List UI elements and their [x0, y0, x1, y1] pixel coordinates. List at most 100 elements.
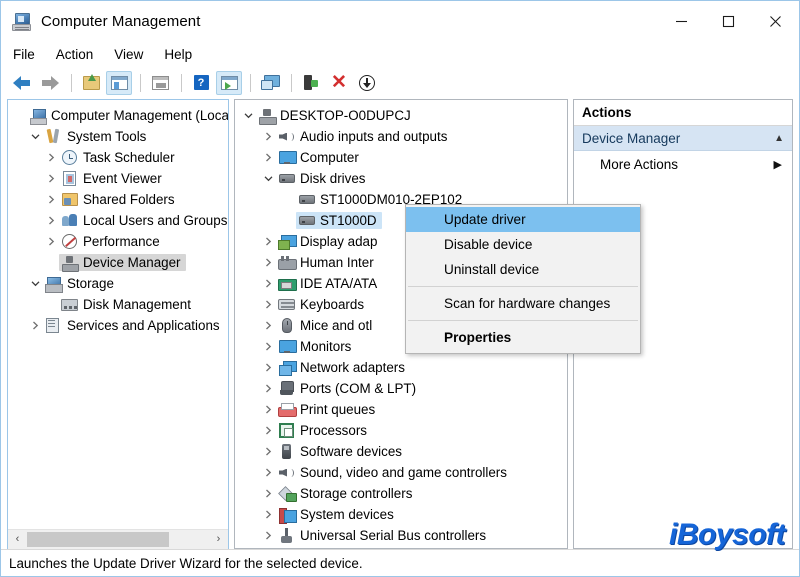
tree-item[interactable]: Shared Folders	[8, 189, 228, 210]
chevron-right-icon[interactable]	[261, 279, 276, 288]
tree-item-content[interactable]: Network adapters	[276, 359, 410, 376]
chevron-right-icon[interactable]	[261, 237, 276, 246]
tree-item[interactable]: Network adapters	[235, 357, 567, 378]
tree-item-content[interactable]: Storage	[43, 275, 119, 292]
update-driver-icon[interactable]	[298, 71, 324, 95]
chevron-down-icon[interactable]	[28, 279, 43, 288]
scroll-thumb[interactable]	[27, 532, 169, 547]
tree-item-content[interactable]: Sound, video and game controllers	[276, 464, 512, 481]
tree-item-content[interactable]: Monitors	[276, 338, 356, 355]
tree-item-content[interactable]: ST1000D	[296, 212, 382, 229]
chevron-right-icon[interactable]	[261, 153, 276, 162]
tree-item[interactable]: System Tools	[8, 126, 228, 147]
chevron-right-icon[interactable]	[44, 237, 59, 246]
uninstall-device-icon[interactable]: ✕	[326, 71, 352, 95]
export-list-icon[interactable]	[147, 71, 173, 95]
forward-arrow-icon[interactable]	[37, 71, 63, 95]
menu-action[interactable]: Action	[56, 45, 105, 64]
chevron-right-icon[interactable]	[261, 321, 276, 330]
chevron-right-icon[interactable]	[261, 342, 276, 351]
tree-item-content[interactable]: Ports (COM & LPT)	[276, 380, 421, 397]
tree-item-content[interactable]: Audio inputs and outputs	[276, 128, 452, 145]
tree-item[interactable]: Services and Applications	[8, 315, 228, 336]
tree-item-content[interactable]: Processors	[276, 422, 372, 439]
tree-item-content[interactable]: Device Manager	[59, 254, 186, 271]
tree-item-content[interactable]: Event Viewer	[59, 170, 167, 187]
tree-item[interactable]: Event Viewer	[8, 168, 228, 189]
tree-item-content[interactable]: Display adap	[276, 233, 382, 250]
chevron-right-icon[interactable]	[44, 153, 59, 162]
tree-item-content[interactable]: Task Scheduler	[59, 149, 180, 166]
tree-item[interactable]: Storage controllers	[235, 483, 567, 504]
tree-item-content[interactable]: Disk Management	[59, 296, 196, 313]
context-menu-item[interactable]: Disable device	[406, 232, 640, 257]
tree-item[interactable]: Print queues	[235, 399, 567, 420]
console-tree-hscrollbar[interactable]: ‹ ›	[8, 529, 228, 548]
console-tree[interactable]: Computer Management (Local System Tools Ta…	[8, 100, 228, 529]
tree-item[interactable]: Device Manager	[8, 252, 228, 273]
scroll-right-button[interactable]: ›	[209, 530, 228, 549]
scroll-track[interactable]	[27, 530, 209, 549]
minimize-button[interactable]	[658, 1, 705, 42]
show-hide-action-pane-icon[interactable]	[216, 71, 242, 95]
tree-item-content[interactable]: Print queues	[276, 401, 380, 418]
chevron-right-icon[interactable]	[44, 174, 59, 183]
tree-item-content[interactable]: Software devices	[276, 443, 407, 460]
chevron-right-icon[interactable]	[261, 132, 276, 141]
tree-item[interactable]: Local Users and Groups	[8, 210, 228, 231]
tree-item-content[interactable]: Computer Management (Local	[27, 107, 228, 124]
show-hide-console-tree-icon[interactable]	[106, 71, 132, 95]
device-context-menu[interactable]: Update driverDisable deviceUninstall dev…	[405, 204, 641, 354]
chevron-down-icon[interactable]	[28, 132, 43, 141]
tree-item-content[interactable]: Disk drives	[276, 170, 370, 187]
scroll-left-button[interactable]: ‹	[8, 530, 27, 549]
tree-item[interactable]: Processors	[235, 420, 567, 441]
tree-item[interactable]: System devices	[235, 504, 567, 525]
close-button[interactable]	[752, 1, 799, 42]
tree-item[interactable]: Software devices	[235, 441, 567, 462]
chevron-right-icon[interactable]	[261, 363, 276, 372]
tree-item[interactable]: Computer Management (Local	[8, 105, 228, 126]
tree-item-content[interactable]: Keyboards	[276, 296, 369, 313]
menu-view[interactable]: View	[114, 45, 154, 64]
tree-item-content[interactable]: Performance	[59, 233, 165, 250]
tree-item-content[interactable]: DESKTOP-O0DUPCJ	[256, 107, 416, 124]
actions-item-more-actions[interactable]: More Actions ▶	[574, 151, 792, 177]
tree-item[interactable]: Audio inputs and outputs	[235, 126, 567, 147]
tree-item-content[interactable]: Services and Applications	[43, 317, 225, 334]
tree-item-content[interactable]: Computer	[276, 149, 364, 166]
properties-icon[interactable]	[257, 71, 283, 95]
chevron-right-icon[interactable]	[261, 258, 276, 267]
chevron-right-icon[interactable]	[44, 195, 59, 204]
tree-item-content[interactable]: Human Inter	[276, 254, 379, 271]
tree-item[interactable]: Task Scheduler	[8, 147, 228, 168]
chevron-right-icon[interactable]	[261, 468, 276, 477]
tree-item-content[interactable]: Universal Serial Bus controllers	[276, 527, 491, 544]
tree-item[interactable]: DESKTOP-O0DUPCJ	[235, 105, 567, 126]
tree-item-content[interactable]: System devices	[276, 506, 399, 523]
tree-item-content[interactable]: System Tools	[43, 128, 151, 145]
chevron-right-icon[interactable]	[28, 321, 43, 330]
tree-item[interactable]: Sound, video and game controllers	[235, 462, 567, 483]
help-icon[interactable]: ?	[188, 71, 214, 95]
tree-item-content[interactable]: Shared Folders	[59, 191, 180, 208]
chevron-right-icon[interactable]	[261, 405, 276, 414]
chevron-down-icon[interactable]	[261, 174, 276, 183]
maximize-button[interactable]	[705, 1, 752, 42]
chevron-down-icon[interactable]	[241, 111, 256, 120]
chevron-right-icon[interactable]	[44, 216, 59, 225]
menu-help[interactable]: Help	[164, 45, 203, 64]
tree-item[interactable]: Universal Serial Bus controllers	[235, 525, 567, 546]
chevron-right-icon[interactable]	[261, 489, 276, 498]
up-folder-icon[interactable]	[78, 71, 104, 95]
context-menu-item[interactable]: Uninstall device	[406, 257, 640, 282]
tree-item-content[interactable]: Mice and otl	[276, 317, 377, 334]
chevron-right-icon[interactable]	[261, 510, 276, 519]
context-menu-item[interactable]: Scan for hardware changes	[406, 291, 640, 316]
tree-item-content[interactable]: Local Users and Groups	[59, 212, 228, 229]
tree-item[interactable]: Storage	[8, 273, 228, 294]
tree-item[interactable]: Disk drives	[235, 168, 567, 189]
tree-item-content[interactable]: Storage controllers	[276, 485, 417, 502]
back-arrow-icon[interactable]	[9, 71, 35, 95]
menu-file[interactable]: File	[13, 45, 46, 64]
